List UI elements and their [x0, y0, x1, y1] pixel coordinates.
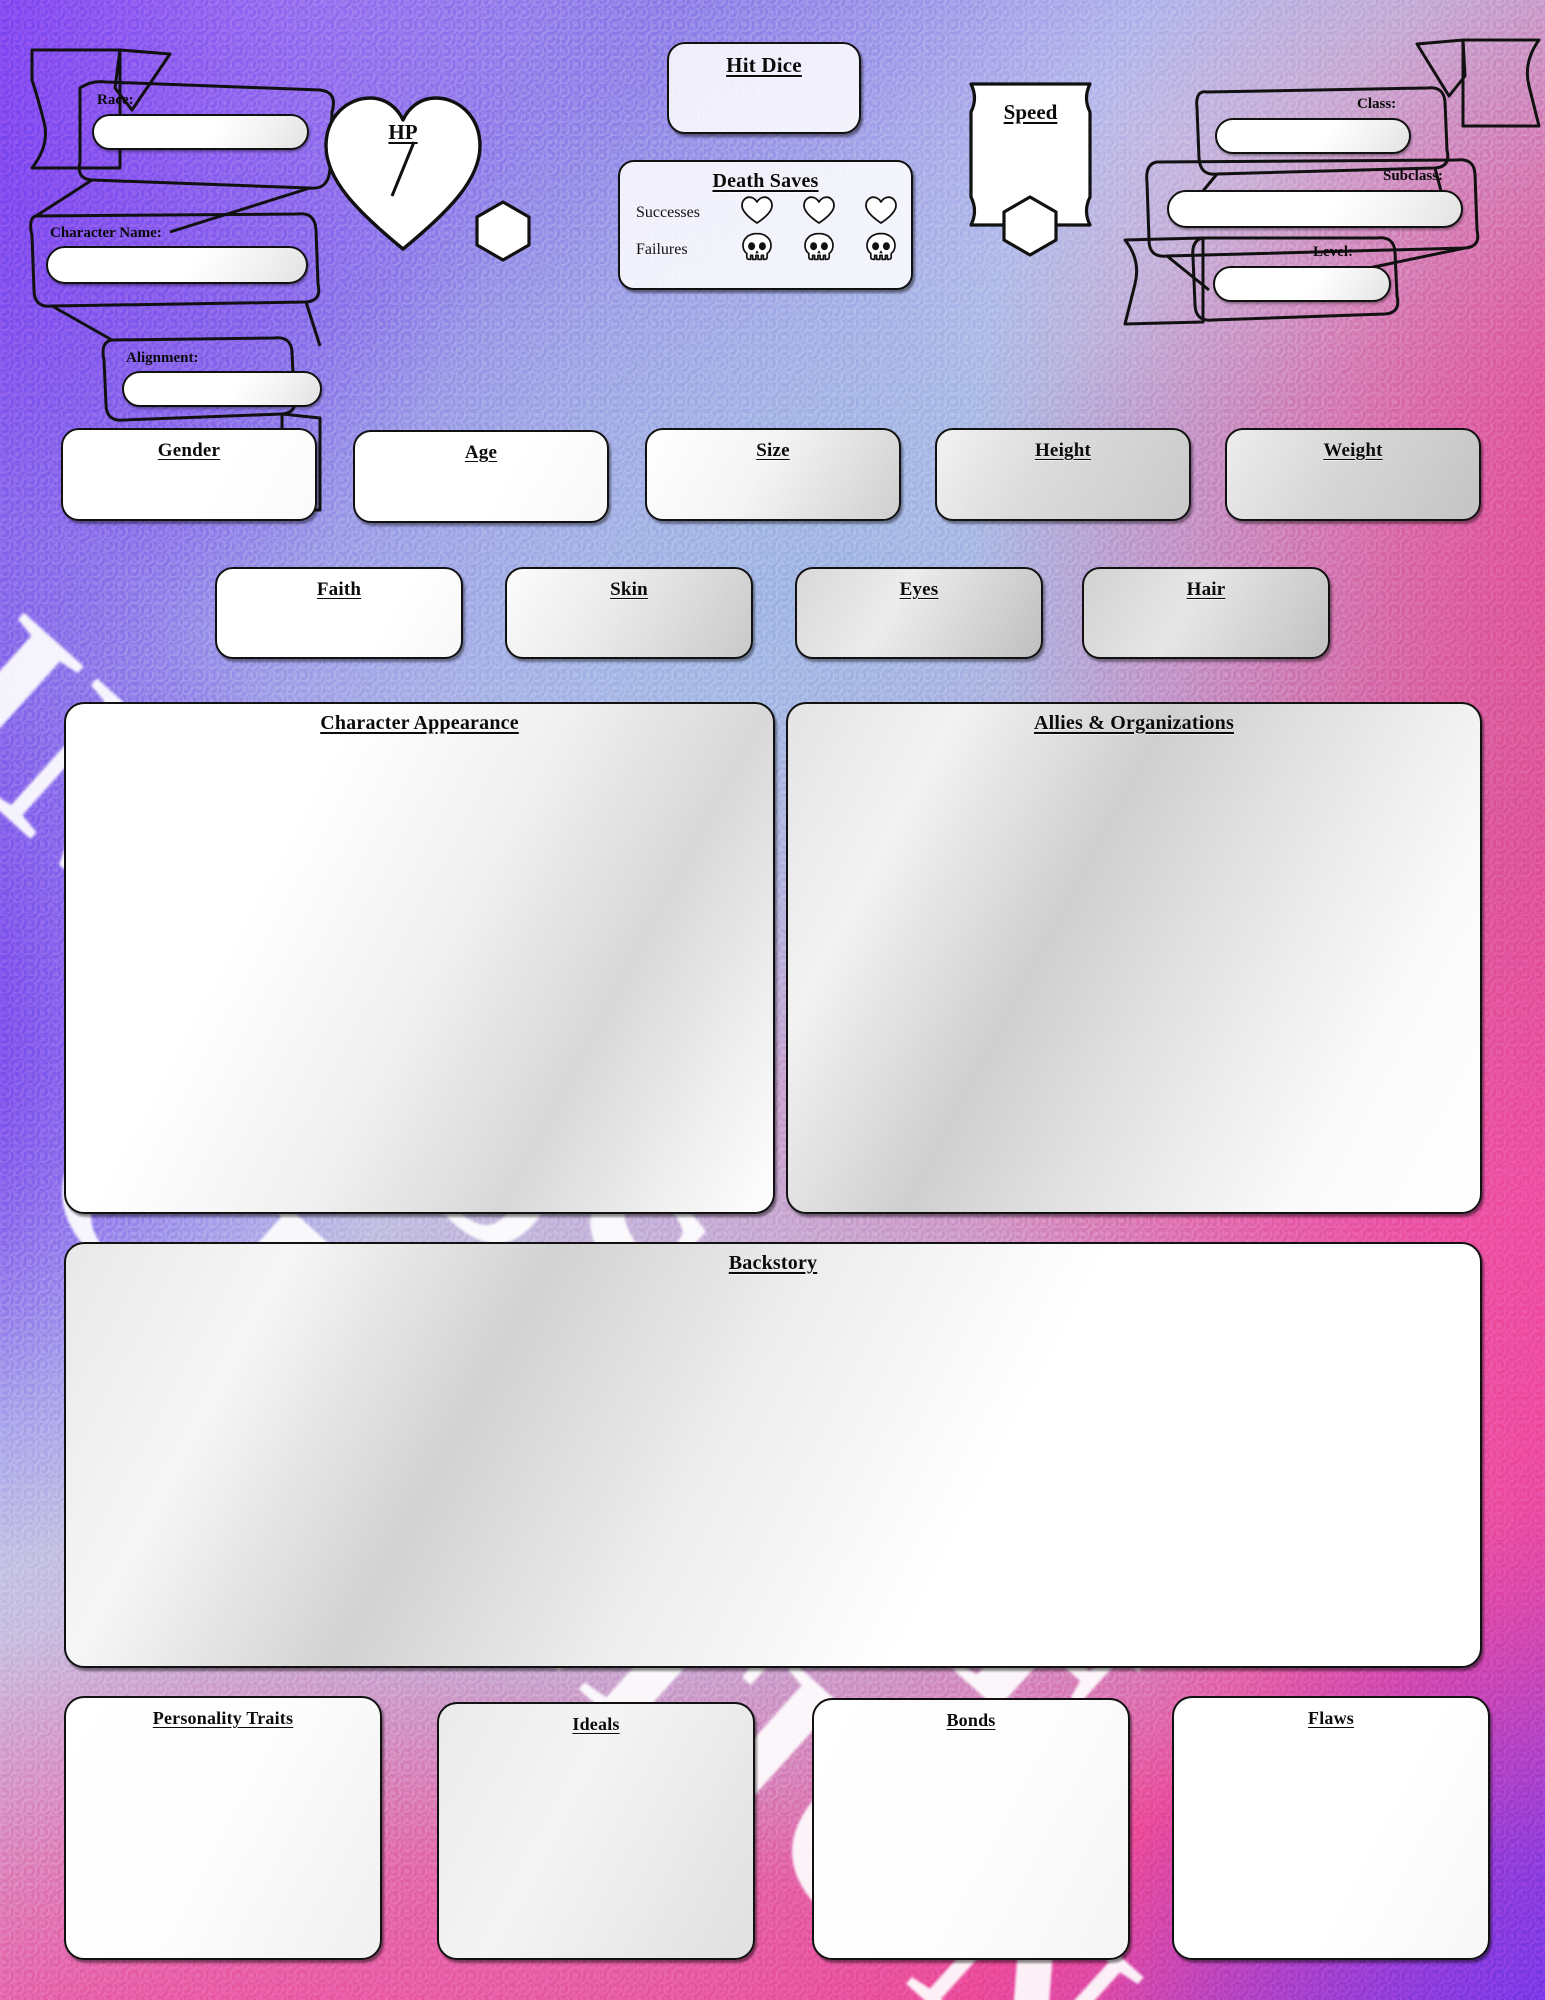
trait-faith-label: Faith	[316, 579, 362, 600]
allies-organizations-panel[interactable]: Allies & Organizations	[786, 702, 1482, 1214]
trait-weight[interactable]: Weight	[1225, 428, 1481, 521]
speed-label: Speed	[1003, 100, 1058, 124]
trait-skin-label: Skin	[610, 579, 648, 600]
heart-icon	[324, 96, 482, 251]
death-saves-box: Death Saves Successes Failures	[618, 160, 913, 290]
race-input[interactable]	[92, 114, 309, 150]
trait-height-label: Height	[1034, 440, 1092, 461]
trait-weight-label: Weight	[1323, 440, 1383, 461]
heart-outline-icon[interactable]	[802, 195, 836, 230]
hexagon-icon	[475, 200, 531, 262]
flaws-label: Flaws	[1308, 1708, 1354, 1728]
failures-label: Failures	[636, 240, 688, 258]
trait-skin[interactable]: Skin	[505, 567, 753, 659]
character-appearance-label: Character Appearance	[320, 712, 519, 734]
skull-icon[interactable]	[740, 232, 774, 267]
heart-outline-icon[interactable]	[864, 195, 898, 230]
hp-temp-hex[interactable]	[473, 200, 533, 262]
right-ribbon-group: Class: Subclass: Level:	[1123, 38, 1545, 360]
character-sheet: Race: Character Name: Alignment: HP Hit …	[0, 0, 1545, 2000]
class-label: Class:	[1357, 96, 1397, 112]
allies-organizations-label: Allies & Organizations	[1034, 712, 1234, 734]
hit-dice-box[interactable]: Hit Dice	[667, 42, 861, 134]
hp-label: HP	[388, 120, 418, 144]
hit-dice-label: Hit Dice	[726, 53, 802, 77]
failures-marks	[740, 232, 898, 267]
trait-age-label: Age	[464, 442, 498, 463]
level-input[interactable]	[1213, 266, 1391, 302]
skull-icon[interactable]	[802, 232, 836, 267]
death-saves-successes-row: Successes	[620, 195, 911, 230]
trait-age[interactable]: Age	[353, 430, 609, 523]
ideals-label: Ideals	[572, 1714, 620, 1734]
trait-eyes[interactable]: Eyes	[795, 567, 1043, 659]
trait-height[interactable]: Height	[935, 428, 1191, 521]
hexagon-icon	[1002, 195, 1058, 257]
subclass-label: Subclass:	[1383, 168, 1444, 184]
flaws-panel[interactable]: Flaws	[1172, 1696, 1490, 1960]
backstory-label: Backstory	[728, 1252, 818, 1274]
trait-gender[interactable]: Gender	[61, 428, 317, 521]
level-label: Level:	[1313, 244, 1353, 260]
skull-icon[interactable]	[864, 232, 898, 267]
character-appearance-panel[interactable]: Character Appearance	[64, 702, 775, 1214]
speed-bonus-hex[interactable]	[1000, 195, 1060, 257]
trait-eyes-label: Eyes	[899, 579, 939, 600]
successes-marks	[740, 195, 898, 230]
bonds-label: Bonds	[946, 1710, 996, 1730]
bonds-panel[interactable]: Bonds	[812, 1698, 1130, 1960]
personality-traits-panel[interactable]: Personality Traits	[64, 1696, 382, 1960]
trait-hair[interactable]: Hair	[1082, 567, 1330, 659]
backstory-panel[interactable]: Backstory	[64, 1242, 1482, 1668]
ideals-panel[interactable]: Ideals	[437, 1702, 755, 1960]
trait-size-label: Size	[756, 440, 790, 461]
successes-label: Successes	[636, 203, 700, 221]
class-input[interactable]	[1215, 118, 1411, 154]
trait-size[interactable]: Size	[645, 428, 901, 521]
personality-traits-label: Personality Traits	[152, 1708, 294, 1728]
race-label: Race:	[97, 92, 134, 108]
heart-outline-icon[interactable]	[740, 195, 774, 230]
alignment-input[interactable]	[122, 371, 322, 407]
trait-hair-label: Hair	[1186, 579, 1226, 600]
subclass-input[interactable]	[1167, 190, 1463, 228]
trait-gender-label: Gender	[157, 440, 221, 461]
character-name-label: Character Name:	[50, 225, 162, 241]
character-name-input[interactable]	[46, 246, 308, 284]
alignment-label: Alignment:	[126, 350, 199, 366]
death-saves-title: Death Saves	[712, 170, 819, 192]
hp-heart[interactable]: HP	[318, 84, 488, 254]
trait-faith[interactable]: Faith	[215, 567, 463, 659]
death-saves-failures-row: Failures	[620, 232, 911, 267]
